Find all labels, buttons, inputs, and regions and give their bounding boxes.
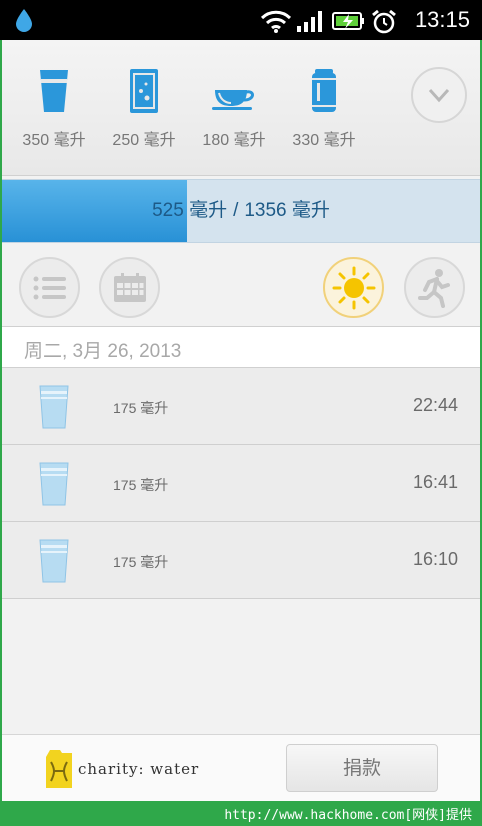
water-glass-icon: [39, 385, 69, 429]
can-icon: [312, 69, 336, 112]
entry-amount: 175 毫升: [113, 400, 169, 416]
quick-add-180[interactable]: 180 毫升: [194, 68, 274, 149]
list-view-button[interactable]: [19, 257, 80, 318]
weather-hot-button[interactable]: [323, 257, 384, 318]
progress-separator: /: [233, 200, 239, 221]
runner-icon: [417, 268, 450, 308]
entry-amount: 175 毫升: [113, 554, 169, 570]
quick-add-350[interactable]: 350 毫升: [14, 68, 94, 149]
watermark-text: http://www.hackhome.com[网侠]提供: [224, 808, 472, 823]
more-options-button[interactable]: [411, 67, 467, 123]
charity-name[interactable]: charity: water: [78, 760, 199, 778]
signal-icon: [296, 9, 326, 37]
glass-icon: [40, 70, 68, 112]
entry-time: 16:10: [412, 549, 458, 569]
exercise-button[interactable]: [404, 257, 465, 318]
calendar-button[interactable]: [99, 257, 160, 318]
sun-icon: [332, 266, 375, 309]
daily-progress-bar: 525 毫升/1356 毫升: [2, 179, 480, 243]
list-icon: [33, 276, 66, 299]
jerrycan-logo-icon[interactable]: [44, 749, 74, 789]
tall-glass-icon: [130, 69, 158, 113]
quick-add-bar: 350 毫升 250 毫升 180 毫升 330 毫升: [2, 40, 480, 176]
footer: charity: water 捐款: [2, 734, 480, 801]
water-glass-icon: [39, 462, 69, 506]
wifi-icon: [260, 9, 292, 37]
date-label: 周二, 3月 26, 2013: [24, 341, 182, 362]
app-screen: 350 毫升 250 毫升 180 毫升 330 毫升 525 毫升/1356 …: [2, 40, 480, 801]
quick-add-250[interactable]: 250 毫升: [104, 68, 184, 149]
calendar-icon: [113, 272, 146, 302]
chevron-down-icon: [428, 88, 450, 103]
water-glass-icon: [39, 539, 69, 583]
water-drop-icon: [15, 8, 33, 36]
teacup-icon: [212, 90, 254, 110]
status-bar: 13:15: [0, 0, 482, 40]
entry-time: 16:41: [412, 472, 458, 492]
intake-entry[interactable]: 175 毫升 22:44: [2, 368, 480, 445]
status-time: 13:15: [414, 7, 470, 32]
donate-button[interactable]: 捐款: [286, 744, 438, 792]
entry-time: 22:44: [412, 395, 458, 415]
entry-amount: 175 毫升: [113, 477, 169, 493]
date-header: 周二, 3月 26, 2013: [2, 326, 480, 368]
watermark-strip: http://www.hackhome.com[网侠]提供: [0, 801, 482, 826]
battery-charging-icon: [332, 9, 366, 37]
quick-add-330[interactable]: 330 毫升: [284, 68, 364, 149]
alarm-clock-icon: [371, 9, 397, 39]
intake-entry[interactable]: 175 毫升 16:41: [2, 445, 480, 522]
progress-text: 525 毫升/1356 毫升: [2, 180, 480, 242]
intake-entry[interactable]: 175 毫升 16:10: [2, 522, 480, 599]
consumed-amount: 525 毫升: [152, 200, 228, 221]
goal-amount: 1356 毫升: [244, 200, 330, 221]
